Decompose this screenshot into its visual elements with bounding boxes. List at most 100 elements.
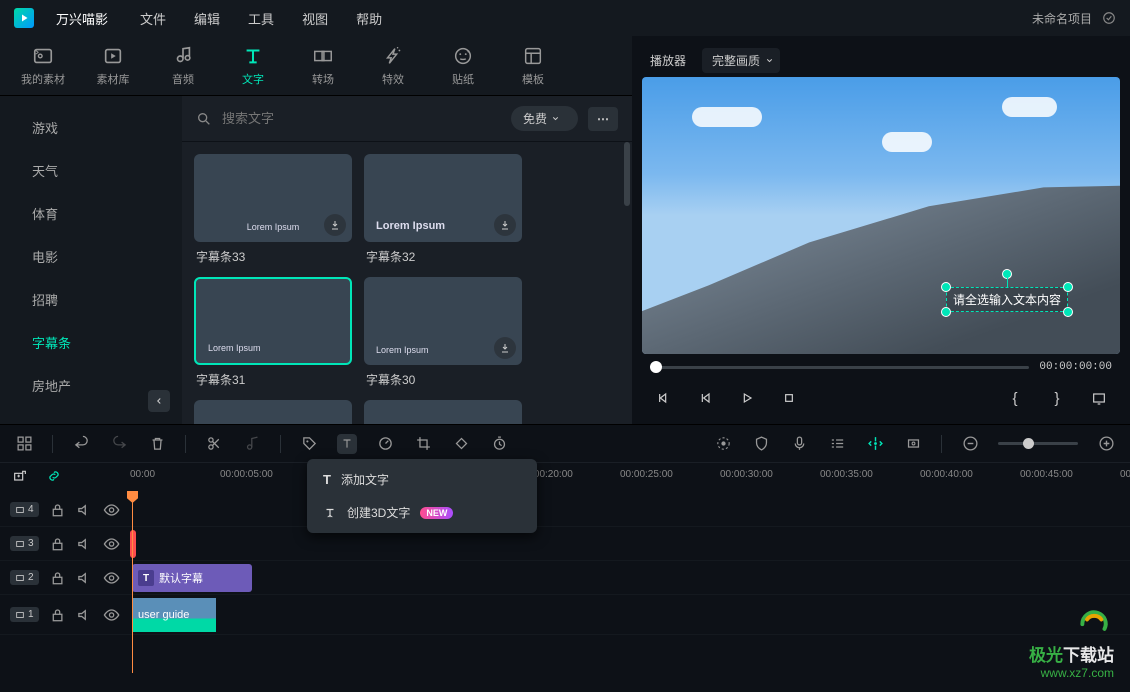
sidebar-item-hiring[interactable]: 招聘: [0, 278, 182, 321]
zoom-in-button[interactable]: [1096, 434, 1116, 454]
search-input[interactable]: [222, 111, 501, 126]
video-preview[interactable]: 请全选输入文本内容: [642, 77, 1120, 354]
sidebar-item-game[interactable]: 游戏: [0, 106, 182, 149]
eye-icon[interactable]: [103, 534, 120, 554]
stop-button[interactable]: [776, 385, 802, 411]
grid-scrollbar[interactable]: [624, 142, 630, 206]
download-icon[interactable]: [494, 337, 516, 359]
lock-icon[interactable]: [49, 605, 66, 625]
download-icon[interactable]: [324, 214, 346, 236]
sidebar-item-subtitle[interactable]: 字幕条: [0, 321, 182, 364]
eye-icon[interactable]: [103, 568, 120, 588]
rotate-button[interactable]: [451, 434, 471, 454]
asset-item[interactable]: Lorem Ipsum 字幕条32: [364, 154, 522, 265]
tab-stickers[interactable]: 贴纸: [438, 45, 488, 87]
asset-label: 字幕条33: [194, 248, 352, 265]
tab-effects[interactable]: 特效: [368, 45, 418, 87]
app-logo: [14, 8, 34, 28]
mute-icon[interactable]: [76, 605, 93, 625]
mic-button[interactable]: [789, 434, 809, 454]
watermark-logo: [1076, 602, 1114, 640]
download-icon[interactable]: [494, 214, 516, 236]
menu-edit[interactable]: 编辑: [194, 9, 220, 28]
mute-icon[interactable]: [76, 568, 93, 588]
sidebar-item-weather[interactable]: 天气: [0, 149, 182, 192]
tab-stock[interactable]: 素材库: [88, 45, 138, 87]
timer-button[interactable]: [489, 434, 509, 454]
tab-audio[interactable]: 音频: [158, 45, 208, 87]
media-tabs: 我的素材 素材库 音频 文字 转场 特效 贴纸 模板: [0, 36, 632, 96]
menu-view[interactable]: 视图: [302, 9, 328, 28]
sidebar-item-sports[interactable]: 体育: [0, 192, 182, 235]
undo-button[interactable]: [71, 434, 91, 454]
menu-tools[interactable]: 工具: [248, 9, 274, 28]
more-button[interactable]: ⋯: [588, 107, 618, 131]
eye-icon[interactable]: [103, 500, 120, 520]
list-button[interactable]: [827, 434, 847, 454]
play-button[interactable]: [734, 385, 760, 411]
eye-icon[interactable]: [103, 605, 120, 625]
menu-create-3d-text[interactable]: 创建3D文字NEW: [311, 496, 533, 529]
tab-transition[interactable]: 转场: [298, 45, 348, 87]
menu-help[interactable]: 帮助: [356, 9, 382, 28]
asset-label: 字幕条30: [364, 371, 522, 388]
video-clip[interactable]: user guide: [132, 598, 216, 632]
asset-label: 字幕条32: [364, 248, 522, 265]
crop-button[interactable]: [413, 434, 433, 454]
watermark: 极光下载站 www.xz7.com: [1029, 602, 1114, 680]
shield-button[interactable]: [751, 434, 771, 454]
player-label: 播放器: [650, 52, 686, 69]
asset-item[interactable]: [194, 400, 352, 424]
track-badge: 3: [10, 536, 39, 551]
lock-icon[interactable]: [49, 568, 66, 588]
player-progress[interactable]: [650, 366, 1029, 369]
asset-item[interactable]: [364, 400, 522, 424]
layout-button[interactable]: [14, 434, 34, 454]
color-button[interactable]: [713, 434, 733, 454]
mute-icon[interactable]: [76, 534, 93, 554]
asset-grid: Lorem Ipsum 字幕条33 Lorem Ipsum 字幕条32 Lore…: [182, 142, 632, 424]
text-tool-button[interactable]: [337, 434, 357, 454]
menu-file[interactable]: 文件: [140, 9, 166, 28]
lock-icon[interactable]: [49, 534, 66, 554]
sidebar-collapse-button[interactable]: [148, 390, 170, 412]
bracket-close-button[interactable]: }: [1044, 385, 1070, 411]
tab-templates[interactable]: 模板: [508, 45, 558, 87]
asset-item[interactable]: Lorem Ipsum 字幕条31: [194, 277, 352, 388]
sidebar-item-movie[interactable]: 电影: [0, 235, 182, 278]
zoom-out-button[interactable]: [960, 434, 980, 454]
category-sidebar: 游戏 天气 体育 电影 招聘 字幕条 房地产: [0, 96, 182, 424]
track-badge: 1: [10, 607, 39, 622]
tag-button[interactable]: [299, 434, 319, 454]
zoom-slider[interactable]: [998, 442, 1078, 445]
filter-free-chip[interactable]: 免费: [511, 106, 578, 131]
playhead[interactable]: [132, 493, 133, 673]
asset-item[interactable]: Lorem Ipsum 字幕条33: [194, 154, 352, 265]
rewind-button[interactable]: [692, 385, 718, 411]
menu-add-text[interactable]: T添加文字: [311, 463, 533, 496]
fullscreen-button[interactable]: [1086, 385, 1112, 411]
search-icon: [196, 111, 212, 127]
music-button[interactable]: [242, 434, 262, 454]
split-button[interactable]: [204, 434, 224, 454]
mute-icon[interactable]: [76, 500, 93, 520]
timeline-ruler[interactable]: 00:00 00:00:05:00 00:00:10:00 00:00:15:0…: [0, 463, 1130, 491]
delete-button[interactable]: [147, 434, 167, 454]
frame-button[interactable]: [903, 434, 923, 454]
new-badge: NEW: [420, 507, 453, 519]
lock-icon[interactable]: [49, 500, 66, 520]
tab-my-media[interactable]: 我的素材: [18, 45, 68, 87]
marker-button[interactable]: [865, 434, 885, 454]
redo-button[interactable]: [109, 434, 129, 454]
quality-select[interactable]: 完整画质: [702, 48, 780, 73]
tab-text[interactable]: 文字: [228, 45, 278, 87]
text-clip[interactable]: T默认字幕: [132, 564, 252, 592]
prev-frame-button[interactable]: [650, 385, 676, 411]
bracket-open-button[interactable]: {: [1002, 385, 1028, 411]
track-row: 2 T默认字幕: [0, 561, 1130, 595]
track-badge: 4: [10, 502, 39, 517]
text-overlay[interactable]: 请全选输入文本内容: [946, 287, 1068, 312]
asset-item[interactable]: Lorem Ipsum 字幕条30: [364, 277, 522, 388]
speed-button[interactable]: [375, 434, 395, 454]
top-menubar: 万兴喵影 文件 编辑 工具 视图 帮助 未命名项目: [0, 0, 1130, 36]
